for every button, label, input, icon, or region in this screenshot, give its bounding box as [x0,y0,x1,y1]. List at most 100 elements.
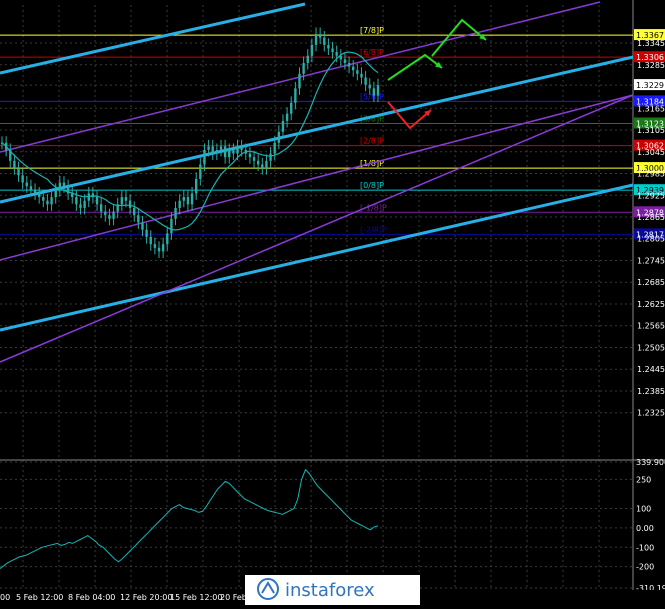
osc-tick-label: 250 [636,475,651,484]
candle-body [269,153,272,161]
murrey-level-label: [6/8]P [360,48,384,57]
chart-background [0,0,665,605]
price-tick-label: 1.2745 [637,256,665,265]
candle-body [223,146,227,158]
price-tick-label: 1.3105 [637,126,665,135]
osc-tick-label: -200 [636,563,654,572]
candle-body [83,200,86,208]
price-tick-label: 1.2805 [637,235,665,244]
time-tick-label: 12 Feb 20:00 [120,593,172,602]
candle-body [199,164,202,179]
candle-body [112,211,115,219]
candle-body [302,62,305,74]
instaforex-watermark: instaforex [245,575,420,605]
candle-body [120,197,124,205]
candle-body [149,236,152,245]
candle-body [228,149,231,158]
candle-body [277,131,281,143]
murrey-level-label: [7/8]P [360,26,384,35]
candle-body [157,247,161,252]
candle-body [178,200,181,208]
candle-body [314,33,318,45]
candle-body [50,197,53,205]
candle-body [95,197,99,205]
murrey-level-label: [5/8]P [360,92,384,101]
time-tick-label: 00 [0,593,10,602]
candle-body [219,146,223,150]
candle-body [108,215,111,219]
candle-body [161,244,165,252]
price-tick-label: 1.2865 [637,213,665,222]
candle-body [252,157,256,161]
candle-body [306,55,309,63]
candle-body [335,52,338,56]
price-tick-label: 1.2325 [637,409,665,418]
candle-body [294,88,297,103]
candle-body [207,146,210,150]
time-tick-label: 5 Feb 12:00 [16,593,63,602]
osc-tick-label: 100 [636,504,651,513]
candle-body [104,211,107,216]
candle-body [21,175,24,183]
candle-body [368,84,371,89]
trading-chart-window: [7/8]P 1.3367 [6/8]P 1.3306 [5/8]P 1.3184 [3/8… [0,0,665,605]
candle-body [343,59,347,63]
candle-body [356,70,359,74]
candle-body [331,48,334,53]
candle-body [232,149,235,154]
price-chart[interactable]: [7/8]P1.3367[6/8]P1.3306[5/8]P1.3184[3/8… [0,0,665,605]
candle-body [211,146,214,154]
candle-body [174,207,177,219]
candle-body [99,204,103,212]
candle-body [25,182,28,187]
candle-body [273,142,276,154]
candle-body [364,77,367,85]
candle-body [360,73,363,78]
candle-body [285,113,289,121]
candle-body [352,66,355,71]
candle-body [33,189,37,194]
candle-body [318,33,322,38]
candle-body [141,222,144,230]
candle-body [166,233,169,245]
candle-body [145,229,148,237]
candle-body [261,164,264,169]
candle-body [46,200,49,205]
price-tick-label: 1.2385 [637,387,665,396]
candle-body [42,197,45,201]
candle-body [194,178,198,194]
price-tick-label: 1.2625 [637,300,665,309]
candle-body [153,244,157,248]
osc-tick-label: 339.9066 [636,458,665,467]
price-tick-label: 1.3165 [637,104,665,113]
candle-body [182,197,186,201]
candle-body [215,149,219,154]
price-tick-label: 1.3345 [637,39,665,48]
price-tick-label: 1.2565 [637,322,665,331]
current-price-label: 1.3229 [636,81,664,90]
price-tick-label: 1.2685 [637,278,665,287]
candle-body [327,44,330,49]
murrey-level-label: [2/8]P [360,137,384,146]
candle-body [137,215,140,223]
candle-body [62,182,66,187]
candle-body [236,146,239,154]
candle-body [79,204,82,208]
candle-body [54,189,57,198]
candle-body [347,62,351,67]
price-tick-label: 1.2925 [637,191,665,200]
price-tick-label: 1.2505 [637,343,665,352]
price-tick-label: 1.2985 [637,170,665,179]
murrey-level-label: [-2/8]P [360,225,387,234]
candle-body [290,102,293,114]
candle-body [265,160,268,169]
murrey-level-label: [0/8]P [360,181,384,190]
candle-body [17,168,20,176]
candle-body [128,200,132,208]
time-tick-label: 8 Feb 04:00 [68,593,115,602]
candle-body [13,160,16,169]
candle-body [203,149,206,165]
candle-body [124,197,128,201]
candle-body [248,153,252,158]
candle-body [256,160,260,165]
